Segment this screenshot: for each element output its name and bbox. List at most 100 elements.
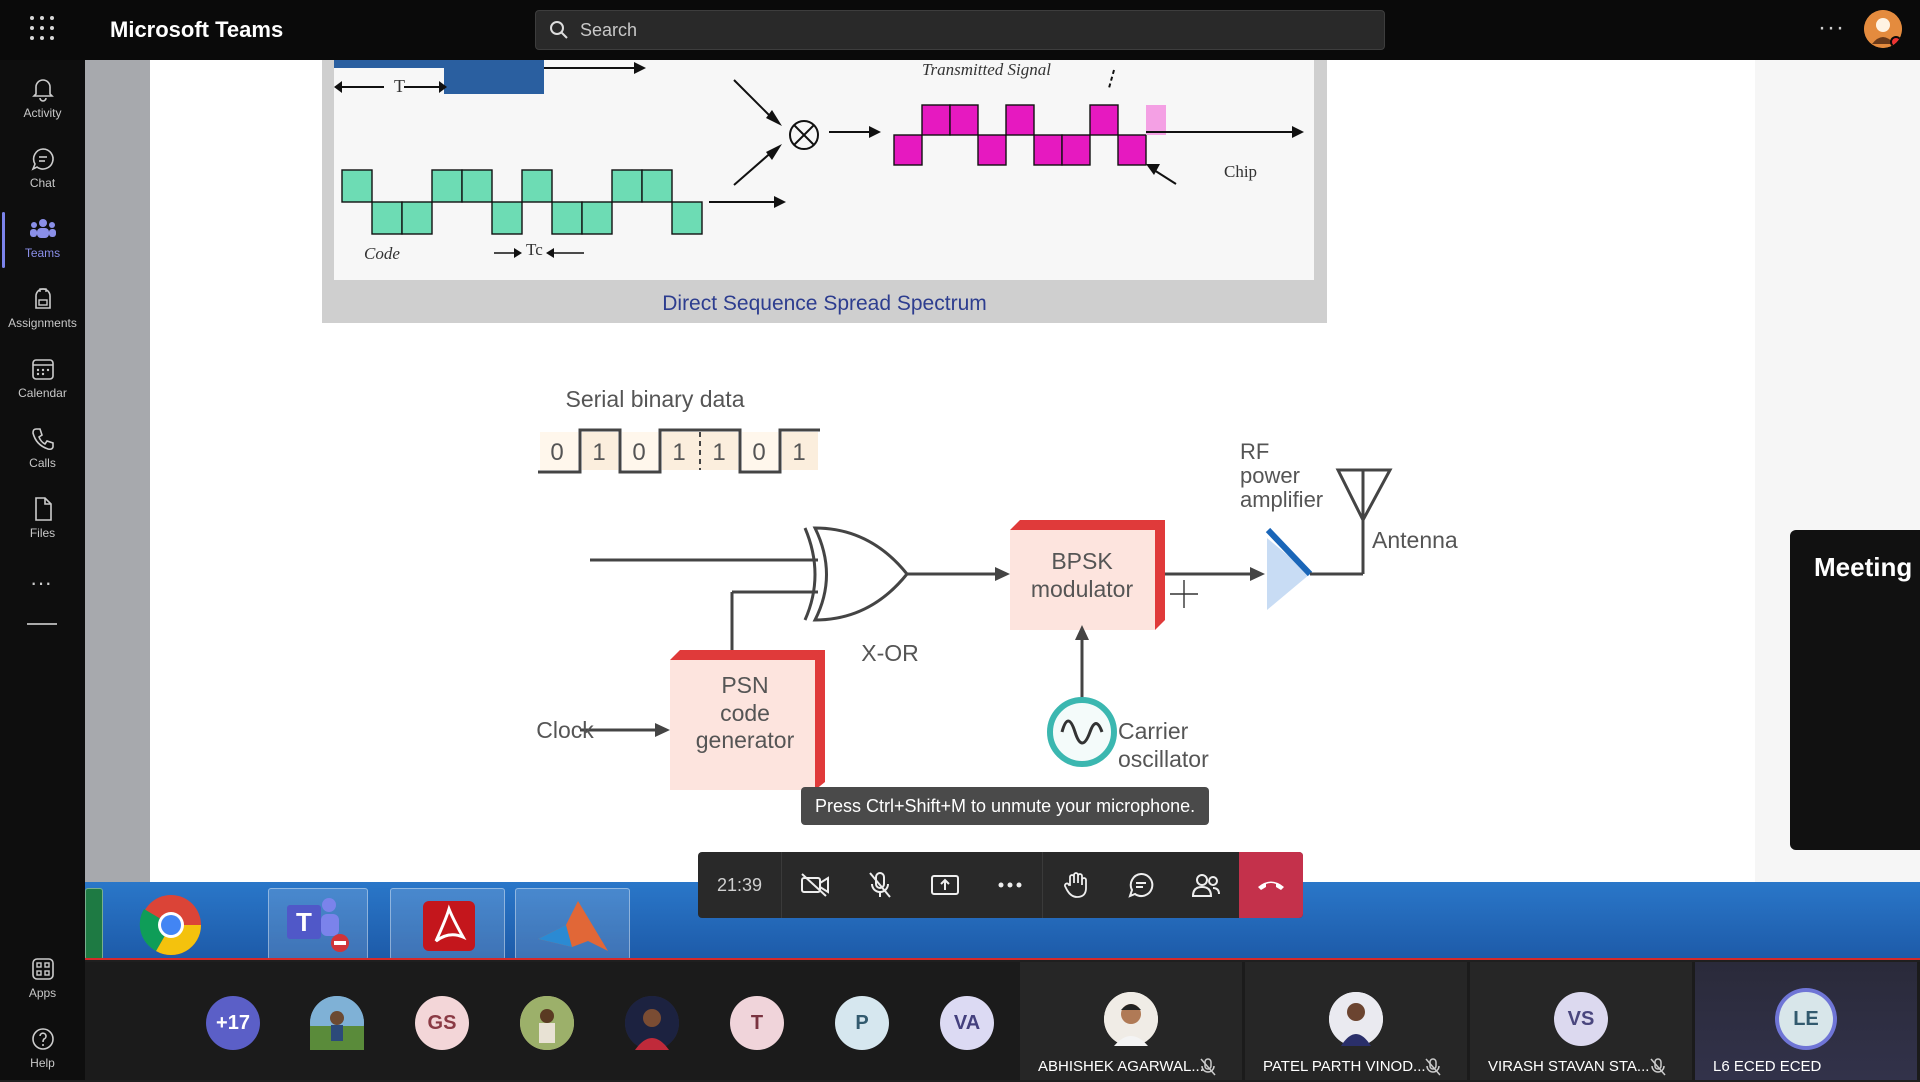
meeting-panel[interactable]: Meeting — [1790, 530, 1920, 850]
participant-name: ABHISHEK AGARWAL... — [1038, 1058, 1204, 1075]
bell-icon — [31, 79, 54, 102]
mic-off-icon — [1650, 1058, 1666, 1076]
shared-screen: T Transmitted Signal Chip Code Tc Direct… — [85, 60, 1920, 960]
show-chat-button[interactable] — [1108, 852, 1173, 918]
mic-muted-button[interactable] — [847, 852, 912, 918]
bit-6: 1 — [792, 439, 806, 466]
clock-label: Clock — [536, 717, 594, 743]
participant-name: VIRASH STAVAN STA... — [1488, 1058, 1650, 1075]
participant-avatar-gs[interactable]: GS — [415, 996, 469, 1050]
camera-off-button[interactable] — [782, 852, 847, 918]
participant-avatar-t[interactable]: T — [730, 996, 784, 1050]
camera-off-icon — [800, 873, 829, 897]
rail-label: Teams — [24, 246, 61, 260]
rail-item-calendar[interactable]: Calendar — [0, 348, 85, 412]
rail-item-teams[interactable]: Teams — [0, 208, 85, 272]
participant-avatar-photo[interactable] — [310, 996, 364, 1050]
unmute-tooltip: Press Ctrl+Shift+M to unmute your microp… — [801, 787, 1210, 825]
rail-label: Calendar — [18, 386, 67, 400]
more-options-icon[interactable]: ··· — [1818, 14, 1845, 42]
app-title: Microsoft Teams — [110, 17, 284, 42]
rail-item-files[interactable]: Files — [0, 488, 85, 552]
share-screen-button[interactable] — [912, 852, 977, 918]
rail-item-activity[interactable]: Activity — [0, 68, 85, 132]
teams-icon — [29, 219, 56, 238]
rail-label: Calls — [29, 456, 56, 470]
search-input[interactable] — [580, 19, 1360, 41]
participant-tile-self[interactable]: LE L6 ECED ECED — [1695, 962, 1917, 1080]
hang-up-icon — [1258, 881, 1284, 890]
participant-avatar-p[interactable]: P — [835, 996, 889, 1050]
call-controls: 21:39 — [698, 852, 1303, 918]
participant-tile[interactable]: PATEL PARTH VINOD... — [1245, 962, 1467, 1080]
search-box[interactable] — [535, 10, 1385, 50]
raise-hand-icon — [1063, 872, 1087, 898]
rail-label: Activity — [23, 106, 62, 120]
participants-strip: +17 GS T P VA ABHISHEK AGARWAL... PATEL … — [85, 962, 1920, 1080]
chat-icon — [1127, 872, 1153, 898]
matlab-taskbar-icon — [515, 888, 630, 960]
apps-icon — [31, 958, 54, 980]
participant-avatar-photo[interactable] — [520, 996, 574, 1050]
title-bar: Microsoft Teams ··· — [0, 0, 1920, 60]
mic-off-icon — [1425, 1058, 1441, 1076]
rail-item-chat[interactable]: Chat — [0, 138, 85, 202]
bit-4: 1 — [712, 439, 726, 466]
bpsk-label: BPSK modulator — [1030, 548, 1134, 602]
participant-avatar-photo[interactable] — [625, 996, 679, 1050]
slide-margin — [85, 60, 150, 960]
rail-label: Assignments — [8, 316, 77, 330]
chrome-taskbar-icon — [113, 888, 228, 960]
rail-item-help[interactable]: Help — [0, 1018, 85, 1082]
rail-label: Chat — [29, 176, 56, 190]
bit-0: 0 — [550, 439, 564, 466]
participants-icon — [1191, 874, 1220, 897]
show-participants-button[interactable] — [1173, 852, 1238, 918]
participant-initials: GS — [427, 1011, 457, 1034]
carrier-label: Carrier oscillator — [1118, 718, 1209, 772]
acrobat-taskbar-icon — [390, 888, 505, 960]
help-icon — [31, 1028, 54, 1050]
rail-item-apps[interactable]: Apps — [0, 948, 85, 1012]
phone-icon — [31, 428, 54, 451]
excel-taskbar-icon — [85, 888, 103, 960]
app-rail: Activity Chat Teams Assignments Calendar… — [0, 60, 85, 1080]
file-icon — [34, 497, 52, 521]
antenna-label: Antenna — [1372, 527, 1458, 553]
participant-tile[interactable]: ABHISHEK AGARWAL... — [1020, 962, 1242, 1080]
bit-5: 0 — [752, 439, 766, 466]
more-actions-button[interactable] — [977, 852, 1042, 918]
teams-taskbar-icon: T — [268, 888, 368, 960]
psn-label: PSN code generator — [695, 672, 795, 754]
bit-1: 1 — [592, 439, 606, 466]
participant-avatar-photo — [1104, 992, 1158, 1046]
rf-amplifier-label: RF power amplifier — [1240, 439, 1324, 513]
xor-label: X-OR — [861, 640, 919, 666]
assignments-icon — [34, 288, 51, 309]
serial-data-label: Serial binary data — [565, 386, 745, 412]
share-screen-icon — [930, 875, 959, 895]
svg-text:T: T — [296, 907, 312, 937]
participant-initials: LE — [1793, 1007, 1819, 1030]
rail-item-calls[interactable]: Calls — [0, 418, 85, 482]
participant-avatar-le: LE — [1779, 992, 1833, 1046]
app-launcher-icon[interactable] — [30, 16, 56, 42]
calendar-icon — [31, 359, 54, 380]
rail-item-assignments[interactable]: Assignments — [0, 278, 85, 342]
participant-avatar-vs: VS — [1554, 992, 1608, 1046]
participant-avatar-va[interactable]: VA — [940, 996, 994, 1050]
more-participants-count[interactable]: +17 — [206, 996, 260, 1050]
participant-initials: P — [855, 1011, 869, 1034]
rail-label: Apps — [28, 986, 57, 1000]
participant-name: L6 ECED ECED — [1713, 1058, 1822, 1075]
participant-initials: T — [750, 1011, 764, 1034]
participant-name: PATEL PARTH VINOD... — [1263, 1058, 1426, 1075]
hang-up-button[interactable] — [1239, 852, 1303, 918]
more-apps-icon[interactable]: ··· — [30, 570, 52, 596]
participant-tile[interactable]: VS VIRASH STAVAN STA... — [1470, 962, 1692, 1080]
participant-avatar-photo — [1329, 992, 1383, 1046]
user-avatar[interactable] — [1864, 10, 1902, 48]
shared-slide: T Transmitted Signal Chip Code Tc Direct… — [150, 60, 1755, 882]
meeting-panel-title: Meeting — [1814, 552, 1913, 582]
raise-hand-button[interactable] — [1043, 852, 1108, 918]
